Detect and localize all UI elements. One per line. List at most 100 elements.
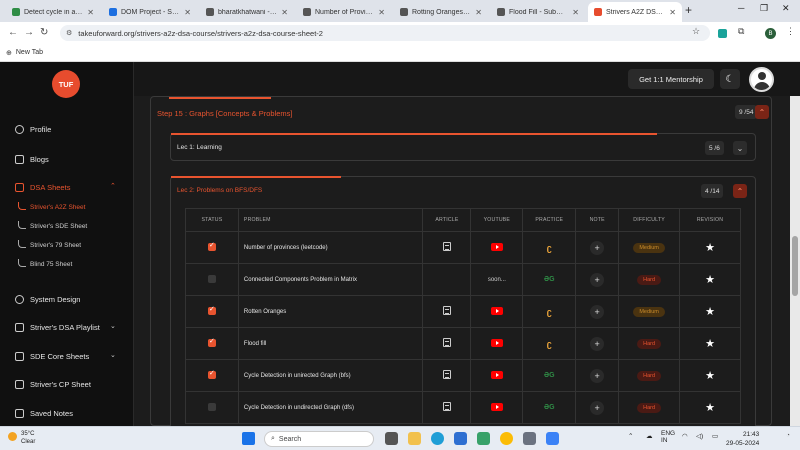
chevron-up-icon[interactable]: ⌃ [733, 184, 747, 198]
article-icon[interactable] [442, 338, 451, 347]
problem-name[interactable]: Rotten Oranges [237, 295, 424, 328]
youtube-icon[interactable] [490, 306, 503, 315]
tuf-logo[interactable]: TUF [52, 70, 80, 98]
status-checkbox[interactable] [207, 305, 216, 315]
vscode-icon[interactable] [454, 432, 467, 445]
status-checkbox[interactable] [207, 369, 216, 379]
url-field[interactable]: ⚙ takeuforward.org/strivers-a2z-dsa-cour… [60, 25, 710, 41]
tray-chevron-icon[interactable]: ⌃ [628, 432, 633, 440]
close-tab-icon[interactable]: ✕ [184, 8, 191, 17]
back-icon[interactable]: ← [8, 27, 18, 38]
chevron-up-icon[interactable]: ⌃ [110, 182, 116, 190]
chevron-down-icon[interactable]: ⌄ [110, 351, 116, 359]
wifi-icon[interactable]: ◠ [682, 432, 688, 440]
sidebar-item-cp-sheet[interactable]: Striver's CP Sheet [15, 377, 91, 391]
scrollbar-thumb[interactable] [792, 236, 798, 296]
forward-icon[interactable]: → [24, 27, 34, 38]
article-icon[interactable] [442, 402, 451, 411]
file-explorer-icon[interactable] [408, 432, 421, 445]
add-note-button[interactable]: + [590, 272, 605, 287]
step-title[interactable]: Step 15 : Graphs [Concepts & Problems] [157, 109, 292, 118]
add-note-button[interactable]: + [590, 240, 605, 255]
status-checkbox[interactable] [207, 337, 216, 347]
gfg-icon[interactable]: ƏG [544, 276, 555, 283]
leetcode-icon[interactable]: ʗ [547, 339, 552, 349]
youtube-icon[interactable] [490, 242, 503, 251]
photos-icon[interactable] [546, 432, 559, 445]
minimize-icon[interactable]: ─ [738, 3, 744, 13]
sidebar-item-sde-core[interactable]: SDE Core Sheets [15, 349, 89, 363]
language-indicator[interactable]: ENG IN [661, 430, 675, 444]
mentorship-button[interactable]: Get 1:1 Mentorship [628, 69, 714, 89]
sidebar-sub-79[interactable]: Striver's 79 Sheet [18, 240, 81, 254]
chevron-down-icon[interactable]: ⌄ [110, 322, 116, 330]
sidebar-sub-a2z[interactable]: Striver's A2Z Sheet [18, 202, 85, 216]
chrome-icon[interactable] [500, 432, 513, 445]
status-checkbox[interactable] [207, 274, 216, 283]
sidebar-item-saved-notes[interactable]: Saved Notes [15, 406, 73, 420]
sidebar-item-system-design[interactable]: System Design [15, 292, 80, 306]
site-info-icon[interactable]: ⚙ [66, 29, 72, 37]
star-icon[interactable]: ★ [705, 274, 715, 286]
star-icon[interactable]: ★ [705, 306, 715, 318]
extension-icon[interactable] [718, 29, 727, 38]
problem-name[interactable]: Cycle Detection in unirected Graph (bfs) [237, 359, 424, 392]
close-tab-icon[interactable]: ✕ [669, 8, 676, 17]
taskbar-search[interactable]: ⌕ Search [264, 431, 374, 447]
browser-menu-icon[interactable]: ⋮ [786, 26, 795, 37]
reload-icon[interactable]: ↻ [40, 27, 48, 38]
page-scrollbar[interactable] [790, 96, 800, 426]
status-checkbox[interactable] [207, 402, 216, 411]
close-tab-icon[interactable]: ✕ [281, 8, 288, 17]
star-icon[interactable]: ★ [705, 242, 715, 254]
chevron-up-icon[interactable]: ⌃ [755, 105, 769, 119]
lecture-title[interactable]: Lec 2: Problems on BFS/DFS [177, 187, 262, 194]
volume-icon[interactable]: ◁) [696, 432, 703, 440]
youtube-icon[interactable] [490, 370, 503, 379]
notifications-icon[interactable]: ◔ [786, 432, 790, 439]
sidebar-item-dsa-sheets[interactable]: DSA Sheets [15, 180, 70, 194]
close-tab-icon[interactable]: ✕ [378, 8, 385, 17]
browser-tab[interactable]: Flood Fill - Submissi ✕ [491, 2, 585, 22]
dark-mode-toggle-icon[interactable]: ☾ [720, 69, 740, 89]
star-icon[interactable]: ★ [705, 402, 715, 414]
task-view-icon[interactable] [385, 432, 398, 445]
windows-start-icon[interactable] [242, 432, 255, 445]
add-note-button[interactable]: + [590, 368, 605, 383]
restore-icon[interactable]: ❐ [760, 3, 768, 14]
browser-tab[interactable]: Number of Provinces ✕ [297, 2, 391, 22]
app-icon[interactable] [523, 432, 536, 445]
close-tab-icon[interactable]: ✕ [87, 8, 94, 17]
close-tab-icon[interactable]: ✕ [475, 8, 482, 17]
add-note-button[interactable]: + [590, 304, 605, 319]
cloud-icon[interactable]: ☁ [646, 432, 653, 440]
sidebar-sub-sde[interactable]: Striver's SDE Sheet [18, 221, 87, 235]
star-icon[interactable]: ★ [705, 338, 715, 350]
add-note-button[interactable]: + [590, 400, 605, 415]
add-note-button[interactable]: + [590, 336, 605, 351]
leetcode-icon[interactable]: ʗ [547, 243, 552, 253]
sidebar-item-profile[interactable]: Profile [15, 122, 51, 136]
edge-icon[interactable] [431, 432, 444, 445]
app-icon[interactable] [477, 432, 490, 445]
chevron-down-icon[interactable]: ⌄ [733, 141, 747, 155]
sidebar-item-blogs[interactable]: Blogs [15, 152, 49, 166]
problem-name[interactable]: Connected Components Problem in Matrix [237, 263, 424, 296]
user-avatar[interactable] [749, 67, 774, 92]
battery-icon[interactable]: ▭ [712, 432, 718, 440]
profile-avatar[interactable]: B [765, 28, 776, 39]
leetcode-icon[interactable]: ʗ [547, 307, 552, 317]
close-window-icon[interactable]: ✕ [782, 3, 790, 14]
bookmark-new-tab[interactable]: New Tab [16, 49, 43, 56]
sidebar-sub-blind75[interactable]: Blind 75 Sheet [18, 259, 72, 273]
system-clock[interactable]: 21:43 29-05-2024 [726, 430, 759, 448]
browser-tab[interactable]: Rotting Oranges - Le ✕ [394, 2, 488, 22]
youtube-icon[interactable] [490, 338, 503, 347]
problem-name[interactable]: Number of provinces (leetcode) [237, 231, 424, 264]
new-tab-button[interactable]: + [685, 3, 692, 17]
article-icon[interactable] [442, 370, 451, 379]
browser-tab[interactable]: bharatkhatwani - Lee ✕ [200, 2, 294, 22]
problem-name[interactable]: Flood fill [237, 327, 424, 360]
extensions-puzzle-icon[interactable]: ⧉ [738, 26, 744, 37]
close-tab-icon[interactable]: ✕ [572, 8, 579, 17]
